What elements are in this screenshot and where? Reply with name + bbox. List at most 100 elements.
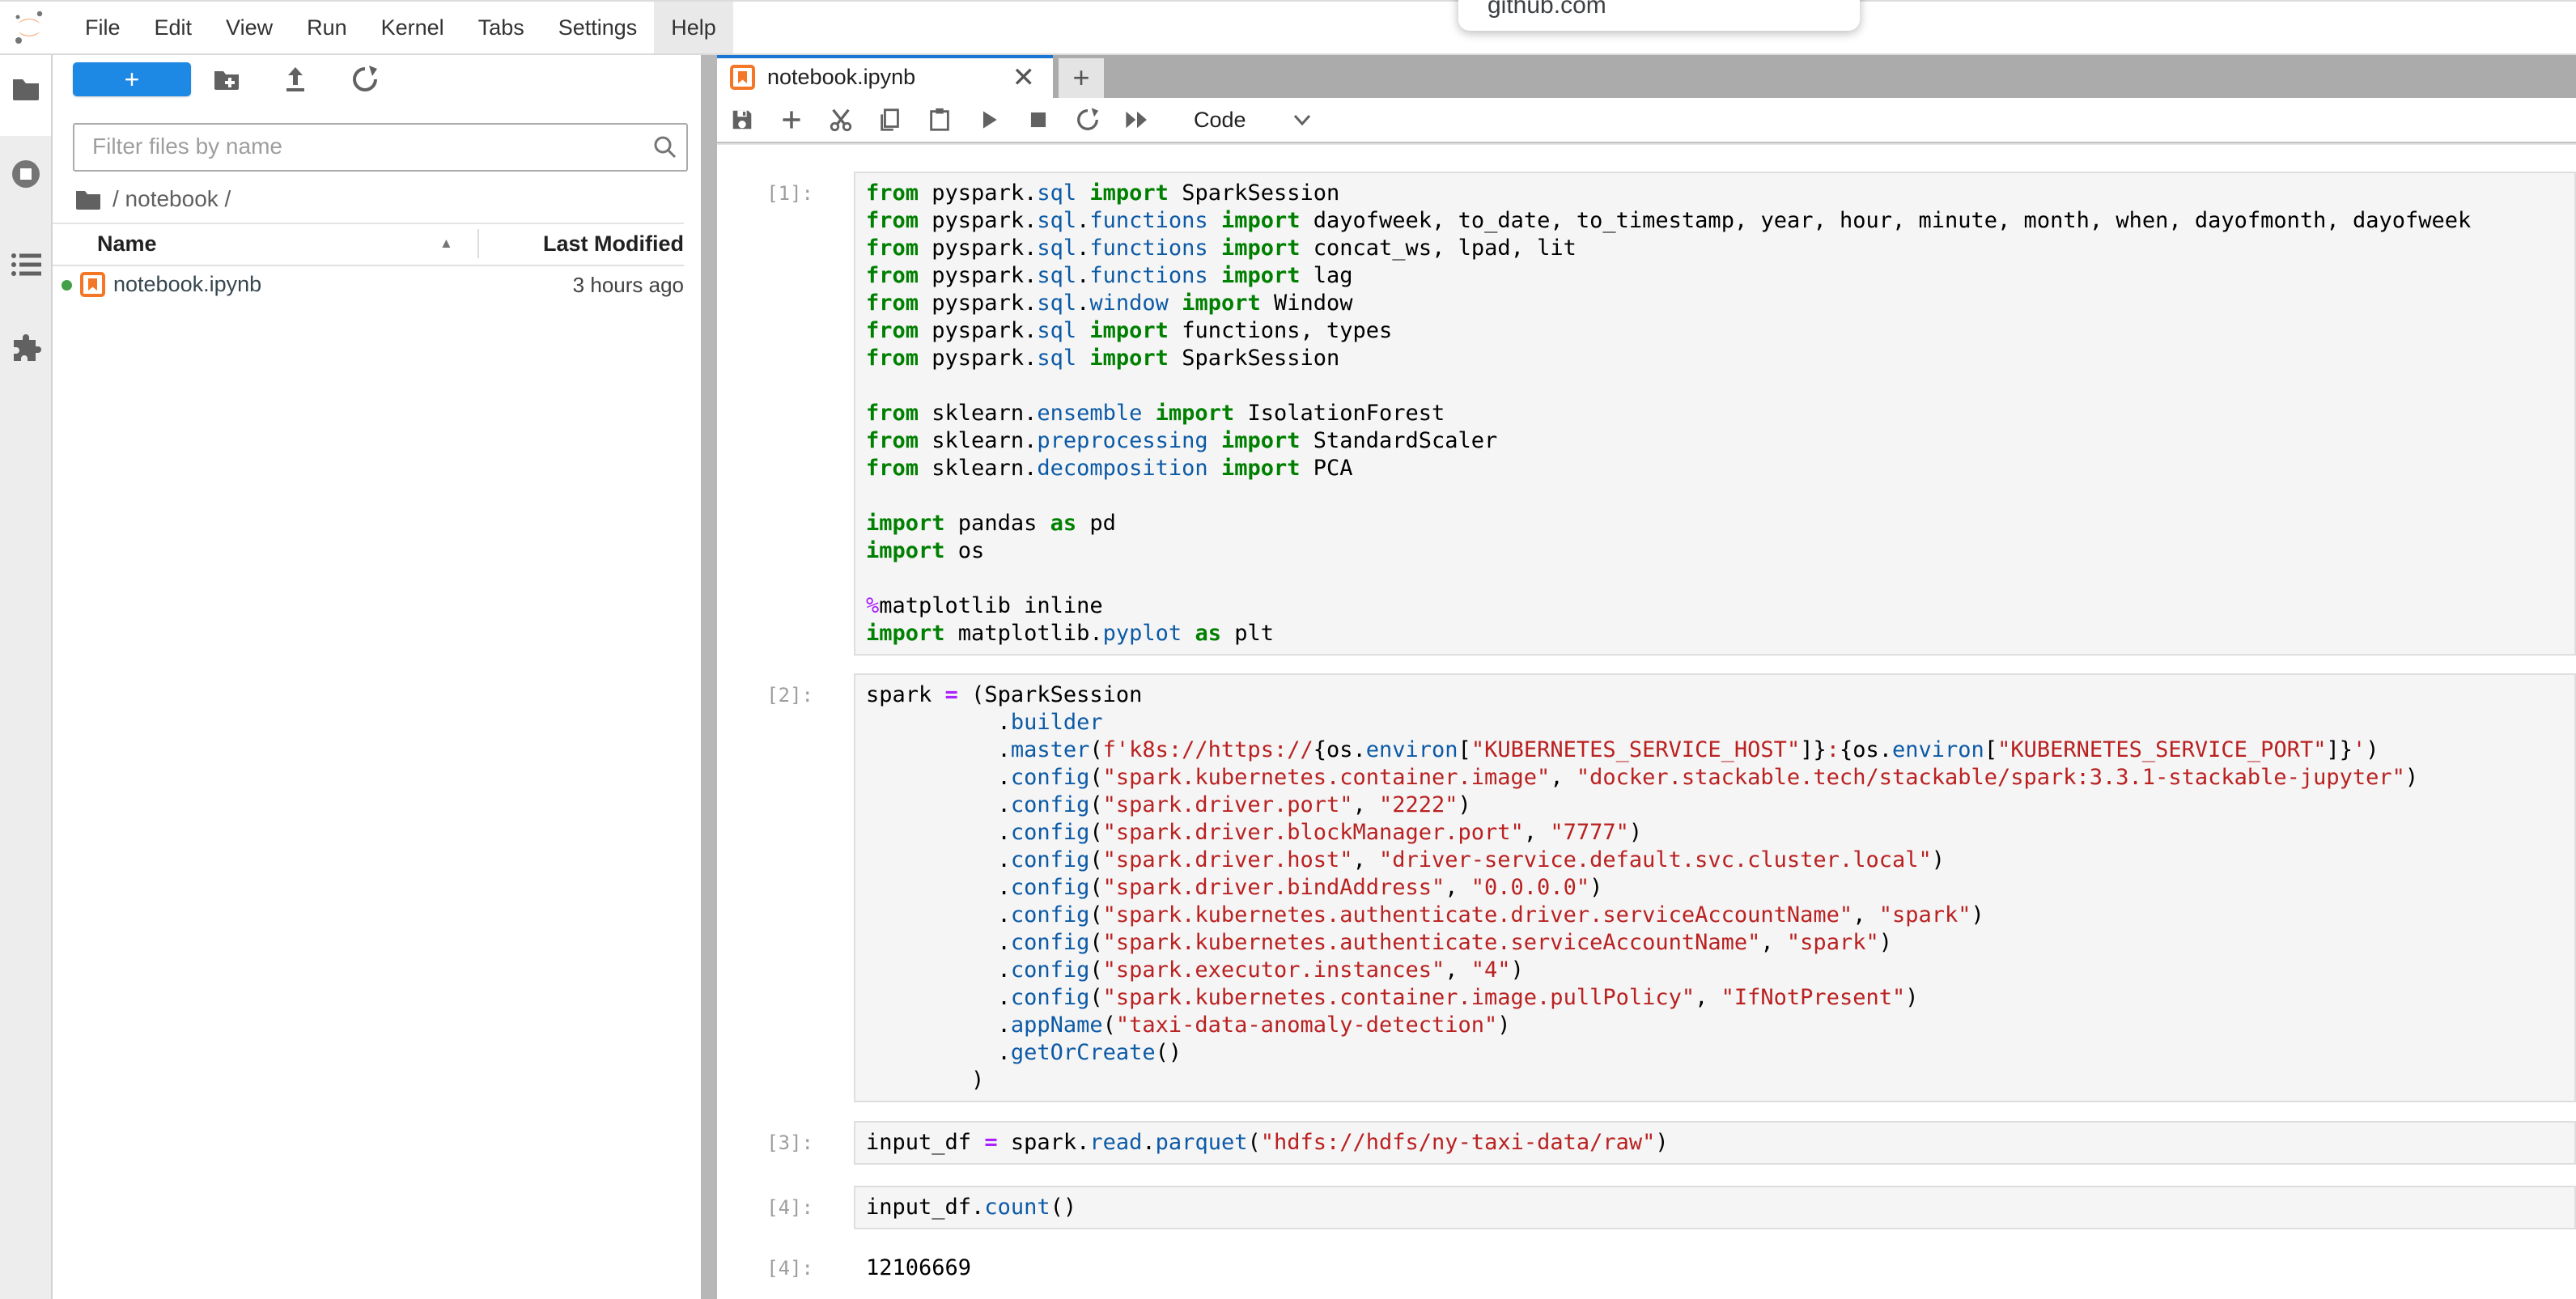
code-line: 12106669 [866, 1254, 2574, 1282]
menu-help[interactable]: Help [654, 2, 733, 53]
code-token: config [1011, 875, 1090, 900]
code-token: ]} [2326, 737, 2353, 762]
code-token: import [1221, 456, 1301, 481]
stop-kernel-icon[interactable] [1025, 106, 1052, 134]
code-token: pyspark. [919, 263, 1037, 288]
code-token [1208, 428, 1221, 453]
code-token: "spark.kubernetes.container.image.pullPo… [1103, 985, 1695, 1010]
code-line: .master(f'k8s://https://{os.environ["KUB… [866, 737, 2574, 764]
sort-ascending-icon[interactable]: ▲ [439, 236, 453, 252]
code-token: . [866, 1040, 1011, 1065]
code-token: . [866, 985, 1011, 1010]
code-token: . [866, 930, 1011, 955]
tab-close-icon[interactable]: ✕ [1012, 62, 1036, 94]
code-token: ) [2405, 765, 2418, 790]
code-token: pyspark. [919, 208, 1037, 233]
code-line: .config("spark.driver.bindAddress", "0.0… [866, 874, 2574, 902]
code-token: "spark.kubernetes.authenticate.driver.se… [1103, 902, 1853, 928]
home-folder-icon[interactable] [75, 189, 101, 210]
menu-view[interactable]: View [209, 2, 290, 53]
file-browser-icon[interactable] [11, 73, 41, 104]
cell-editor[interactable]: spark = (SparkSession .builder .master(f… [854, 673, 2576, 1102]
cell-editor[interactable]: input_df.count() [854, 1186, 2576, 1229]
menu-tabs[interactable]: Tabs [461, 2, 541, 53]
code-token [1076, 346, 1089, 371]
code-token: pyspark. [919, 236, 1037, 261]
file-list: notebook.ipynb3 hours ago [53, 265, 684, 305]
copy-cells-icon[interactable] [876, 106, 904, 134]
breadcrumb[interactable]: / notebook / [75, 183, 231, 215]
code-line: .getOrCreate() [866, 1039, 2574, 1067]
code-token: lag [1301, 263, 1353, 288]
code-token: . [866, 765, 1011, 790]
code-line: .config("spark.executor.instances", "4") [866, 957, 2574, 984]
code-token [1208, 263, 1221, 288]
code-line: spark = (SparkSession [866, 681, 2574, 709]
upload-icon[interactable] [280, 64, 311, 95]
code-token: {os. [1840, 737, 1892, 762]
menu-file[interactable]: File [68, 2, 138, 53]
new-launcher-button[interactable]: + [73, 62, 191, 96]
code-token: ensemble [1037, 401, 1142, 426]
menu-edit[interactable]: Edit [138, 2, 210, 53]
code-line: from pyspark.sql import SparkSession [866, 345, 2574, 372]
code-token: , [1524, 820, 1551, 845]
cell-editor[interactable]: from pyspark.sql import SparkSession from… [854, 172, 2576, 656]
add-cell-icon[interactable] [778, 106, 805, 134]
cell-type-dropdown[interactable]: Code [1194, 108, 1311, 133]
code-token: import [1182, 291, 1261, 316]
code-line [866, 372, 2574, 400]
code-token: ) [1655, 1130, 1668, 1155]
code-token: ) [1629, 820, 1642, 845]
file-list-header: Name ▲ Last Modified [53, 223, 684, 266]
new-tab-button[interactable]: + [1059, 58, 1104, 98]
refresh-icon[interactable] [350, 64, 380, 95]
code-line: .config("spark.driver.blockManager.port"… [866, 819, 2574, 847]
code-token: import [1089, 180, 1169, 206]
restart-run-all-icon[interactable] [1123, 106, 1151, 134]
code-token: {os. [1313, 737, 1366, 762]
extension-manager-icon[interactable] [11, 334, 41, 365]
menu-kernel[interactable]: Kernel [364, 2, 461, 53]
new-folder-icon[interactable] [211, 64, 242, 95]
run-cell-icon[interactable] [975, 106, 1003, 134]
menu-settings[interactable]: Settings [541, 2, 655, 53]
paste-cells-icon[interactable] [926, 106, 953, 134]
table-of-contents-icon[interactable] [11, 249, 41, 280]
save-icon[interactable] [728, 106, 756, 134]
code-token: from [866, 456, 919, 481]
code-token: from [866, 180, 919, 206]
code-token: environ [1892, 737, 1984, 762]
code-token: . [866, 737, 1011, 762]
code-token: ( [1089, 957, 1102, 983]
code-token: ( [1103, 1012, 1116, 1038]
restart-kernel-icon[interactable] [1074, 106, 1101, 134]
column-last-modified[interactable]: Last Modified [543, 231, 684, 257]
running-kernels-icon[interactable] [11, 159, 41, 189]
code-line: .config("spark.kubernetes.authenticate.s… [866, 929, 2574, 957]
file-row[interactable]: notebook.ipynb3 hours ago [53, 265, 684, 305]
notebook-icon [730, 65, 755, 90]
output-area: 12106669 [854, 1246, 2576, 1290]
code-line: from pyspark.sql.functions import concat… [866, 235, 2574, 262]
menu-run[interactable]: Run [290, 2, 364, 53]
code-line: .config("spark.driver.port", "2222") [866, 792, 2574, 819]
code-token: . [1076, 263, 1089, 288]
code-token: ( [1089, 847, 1102, 872]
code-token: "KUBERNETES_SERVICE_PORT" [1997, 737, 2326, 762]
cut-cells-icon[interactable] [827, 106, 855, 134]
code-token [1076, 318, 1089, 343]
file-name: notebook.ipynb [113, 272, 261, 297]
code-token [1076, 180, 1089, 206]
cell-editor[interactable]: input_df = spark.read.parquet("hdfs://hd… [854, 1121, 2576, 1165]
column-name[interactable]: Name [97, 231, 157, 257]
code-token: . [866, 957, 1011, 983]
code-token: ) [1971, 902, 1984, 928]
tab-notebook[interactable]: notebook.ipynb ✕ [717, 53, 1053, 98]
code-line: from pyspark.sql.functions import dayofw… [866, 207, 2574, 235]
code-line: from sklearn.decomposition import PCA [866, 455, 2574, 482]
code-token: IsolationForest [1234, 401, 1445, 426]
panel-divider[interactable] [701, 53, 717, 1299]
filter-files-input[interactable] [91, 129, 628, 163]
code-token: import [1156, 401, 1235, 426]
